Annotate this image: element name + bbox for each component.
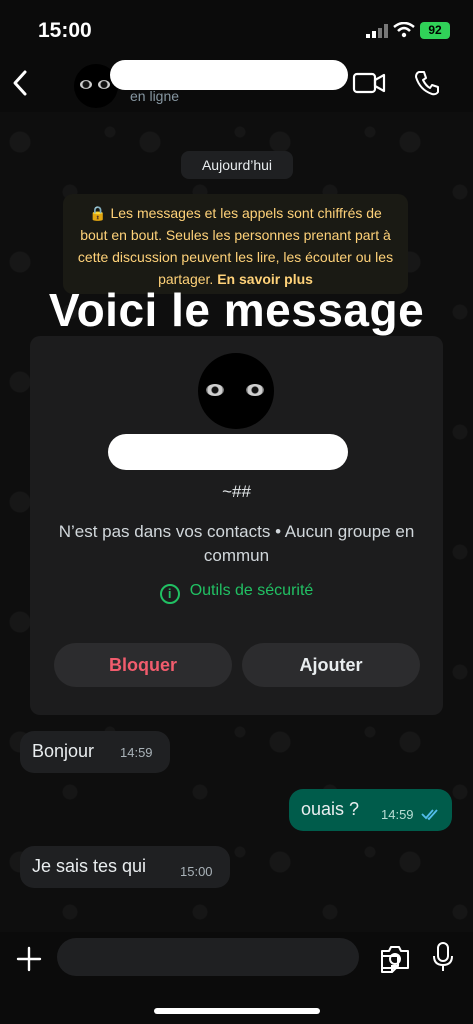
- voice-call-icon[interactable]: [414, 70, 440, 96]
- chat-header: en ligne: [0, 56, 473, 112]
- home-indicator: [154, 1008, 320, 1014]
- signal-icon: [366, 24, 388, 38]
- message-time: 14:59: [120, 745, 153, 760]
- encryption-notice[interactable]: 🔒 Les messages et les appels sont chiffr…: [63, 194, 408, 294]
- status-time: 15:00: [38, 19, 92, 42]
- contact-meta-text: N’est pas dans vos contacts • Aucun grou…: [58, 522, 415, 565]
- status-bar: 15:00 92: [0, 0, 473, 56]
- block-button[interactable]: Bloquer: [54, 643, 232, 687]
- avatar-eye-right-icon: [98, 80, 110, 89]
- message-text: Bonjour: [32, 741, 95, 761]
- contact-info-card: ~## N’est pas dans vos contacts • Aucun …: [30, 336, 443, 715]
- avatar-eye-right-icon: [246, 384, 264, 396]
- redacted-phone-number: [108, 434, 348, 470]
- read-receipt-icon: [421, 809, 438, 821]
- date-separator: Aujourd’hui: [181, 151, 293, 179]
- avatar-eye-left-icon: [80, 80, 92, 89]
- contact-status: en ligne: [130, 88, 180, 104]
- wifi-icon: [393, 22, 415, 38]
- back-arrow-icon[interactable]: [8, 66, 32, 100]
- lock-icon: 🔒: [89, 205, 107, 221]
- incoming-message[interactable]: Je sais tes qui 15:00: [20, 846, 230, 888]
- video-call-icon[interactable]: [352, 70, 386, 96]
- security-tools-label: Outils de sécurité: [189, 582, 314, 599]
- message-text: ouais ?: [301, 799, 360, 819]
- message-text: Je sais tes qui: [32, 856, 147, 876]
- message-input[interactable]: [57, 938, 399, 976]
- security-tools-link[interactable]: i Outils de sécurité: [30, 582, 443, 604]
- avatar-eye-left-icon: [206, 384, 224, 396]
- overlay-caption: Voici le message: [48, 284, 425, 336]
- incoming-message[interactable]: Bonjour 14:59: [20, 731, 170, 773]
- add-contact-button[interactable]: Ajouter: [242, 643, 420, 687]
- camera-icon[interactable]: [380, 944, 410, 970]
- battery-indicator: 92: [420, 22, 450, 39]
- outgoing-message[interactable]: ouais ? 14:59: [289, 789, 452, 831]
- message-time: 14:59: [381, 807, 414, 822]
- composer-bar: [0, 932, 473, 1024]
- microphone-icon[interactable]: [432, 942, 454, 972]
- contact-avatar-large[interactable]: [198, 353, 274, 429]
- info-icon: i: [159, 584, 180, 604]
- message-time: 15:00: [180, 864, 213, 879]
- redacted-contact-name[interactable]: [110, 60, 348, 90]
- plus-icon[interactable]: [16, 946, 42, 972]
- contact-handle: ~##: [222, 482, 251, 501]
